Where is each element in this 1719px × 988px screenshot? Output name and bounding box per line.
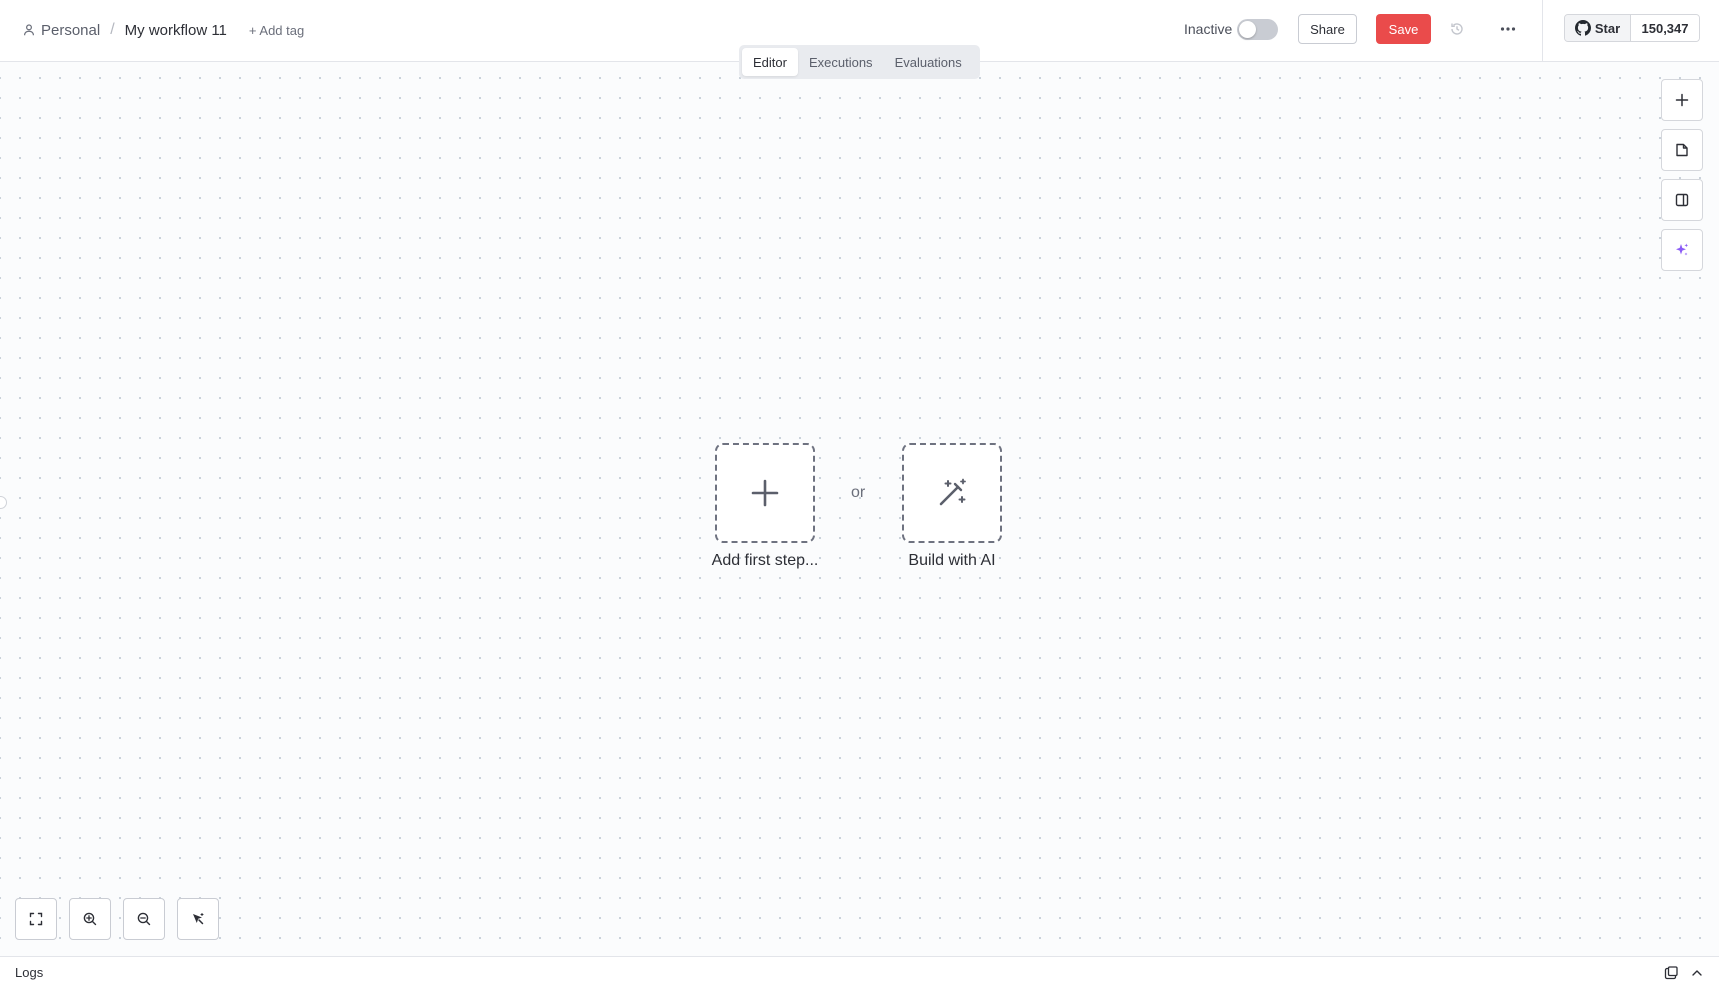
tab-evaluations[interactable]: Evaluations (884, 48, 973, 76)
add-tag-button[interactable]: + Add tag (249, 23, 304, 38)
ai-assistant-button[interactable] (1661, 229, 1703, 271)
add-first-step-label[interactable]: Add first step... (685, 552, 845, 570)
workflow-canvas[interactable]: Add first step... or Build with AI (0, 62, 1719, 956)
add-node-button[interactable] (1661, 79, 1703, 121)
panel-icon (1675, 193, 1689, 207)
tab-editor[interactable]: Editor (742, 48, 798, 76)
history-icon[interactable] (1449, 21, 1465, 37)
zoom-in-icon (83, 912, 97, 926)
fit-view-icon (29, 912, 43, 926)
github-star-button[interactable]: Star (1565, 15, 1631, 41)
toggle-knob (1239, 21, 1256, 38)
chevron-up-icon[interactable] (1690, 966, 1704, 980)
tidy-up-button[interactable] (177, 898, 219, 940)
fit-view-button[interactable] (15, 898, 57, 940)
add-sticky-note-button[interactable] (1661, 129, 1703, 171)
workflow-status-label: Inactive (1184, 21, 1233, 37)
more-options-icon[interactable] (1498, 20, 1518, 38)
github-star-label: Star (1594, 20, 1621, 36)
tidy-up-icon (193, 912, 204, 925)
toggle-panel-button[interactable] (1661, 179, 1703, 221)
logs-bar[interactable]: Logs (0, 956, 1719, 988)
sticky-note-icon (1676, 143, 1688, 157)
pop-out-icon[interactable] (1664, 966, 1678, 980)
workflow-name[interactable]: My workflow 11 (125, 22, 227, 39)
github-star-count[interactable]: 150,347 (1631, 15, 1699, 41)
share-button[interactable]: Share (1298, 14, 1357, 44)
breadcrumb-separator: / (110, 21, 115, 38)
plus-icon (1675, 93, 1689, 107)
app-root: Personal / My workflow 11 + Add tag Inac… (0, 0, 1719, 988)
breadcrumb-project[interactable]: Personal (41, 22, 100, 39)
person-icon (22, 23, 36, 37)
tab-executions[interactable]: Executions (798, 48, 884, 76)
save-button[interactable]: Save (1376, 14, 1431, 44)
zoom-controls (15, 898, 231, 940)
header-divider (1542, 0, 1543, 62)
view-tabs: Editor Executions Evaluations (739, 45, 980, 79)
canvas-right-toolbar (1661, 79, 1703, 279)
add-first-step-node[interactable] (715, 443, 815, 543)
github-icon (1574, 20, 1591, 36)
logs-label[interactable]: Logs (15, 965, 43, 980)
github-star-widget: Star 150,347 (1564, 14, 1700, 42)
build-with-ai-node[interactable] (902, 443, 1002, 543)
plus-icon (751, 479, 779, 507)
breadcrumb: Personal / My workflow 11 + Add tag (22, 18, 304, 42)
zoom-out-button[interactable] (123, 898, 165, 940)
zoom-out-icon (137, 912, 151, 926)
zoom-in-button[interactable] (69, 898, 111, 940)
or-label: or (851, 484, 866, 501)
active-toggle[interactable] (1237, 19, 1278, 40)
magic-wand-icon (939, 478, 966, 506)
left-panel-handle[interactable] (0, 496, 7, 509)
sparkle-icon (1676, 243, 1689, 256)
build-with-ai-label[interactable]: Build with AI (872, 552, 1032, 570)
